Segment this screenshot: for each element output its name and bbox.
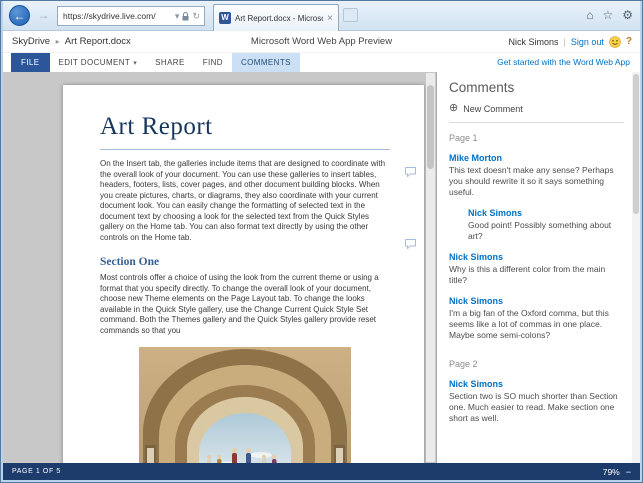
home-icon[interactable]: ⌂	[586, 8, 593, 23]
comment-text: Good point! Possibly something about art…	[468, 220, 624, 242]
comment-item[interactable]: Nick Simons Section two is SO much short…	[449, 379, 624, 424]
address-bar[interactable]: https://skydrive.live.com/ ▾ ↻	[57, 6, 205, 26]
comment-item[interactable]: Nick Simons I'm a big fan of the Oxford …	[449, 296, 624, 341]
document-paragraph: Most controls offer a choice of using th…	[100, 273, 390, 336]
refresh-icon[interactable]: ↻	[192, 11, 200, 22]
comment-author: Nick Simons	[468, 208, 624, 218]
find-tab[interactable]: FIND	[194, 53, 232, 72]
new-tab-button[interactable]	[343, 8, 358, 22]
comment-text: I'm a big fan of the Oxford comma, but t…	[449, 308, 624, 341]
school-of-athens-image[interactable]	[139, 347, 351, 463]
word-app-icon: W	[219, 12, 231, 24]
comment-reply-item[interactable]: Nick Simons Good point! Possibly somethi…	[468, 208, 624, 242]
zoom-level: 79%	[603, 467, 620, 477]
comment-text: This text doesn't make any sense? Perhap…	[449, 165, 624, 198]
user-area: Nick Simons | Sign out ?	[509, 31, 633, 52]
main-area: Art Report On the Insert tab, the galler…	[3, 72, 640, 463]
page-indicator: PAGE 1 OF 5	[12, 468, 61, 475]
share-tab[interactable]: SHARE	[146, 53, 194, 72]
back-button[interactable]: ←	[9, 5, 30, 26]
close-tab-icon[interactable]: ×	[327, 13, 333, 24]
comment-author: Nick Simons	[449, 296, 624, 306]
document-canvas[interactable]: Art Report On the Insert tab, the galler…	[3, 72, 436, 463]
document-title: Art Report	[100, 113, 390, 150]
circle-plus-icon: ⊕	[449, 103, 458, 114]
new-comment-button[interactable]: ⊕ New Comment	[449, 103, 523, 114]
comment-item[interactable]: Nick Simons Why is this a different colo…	[449, 252, 624, 286]
chevron-down-icon: ▾	[133, 59, 137, 67]
document-page[interactable]: Art Report On the Insert tab, the galler…	[63, 85, 424, 463]
app-header: SkyDrive ▸ Art Report.docx Microsoft Wor…	[3, 31, 640, 53]
tab-title: Art Report.docx - Microsoft...	[235, 14, 323, 23]
file-tab[interactable]: FILE	[11, 53, 50, 72]
divider	[449, 122, 624, 123]
comments-scrollbar-thumb[interactable]	[633, 74, 639, 214]
autocomplete-dropdown-icon[interactable]: ▾	[175, 11, 180, 22]
zoom-out-icon[interactable]: −	[626, 467, 631, 477]
comments-panel: Comments ⊕ New Comment Page 1 Mike Morto…	[436, 72, 640, 463]
back-arrow-icon: ←	[14, 9, 26, 23]
forward-arrow-icon: →	[38, 8, 50, 22]
comment-author: Mike Morton	[449, 153, 624, 163]
ribbon-bar: FILE EDIT DOCUMENT ▾ SHARE FIND COMMENTS…	[3, 53, 640, 72]
favorites-star-icon[interactable]: ☆	[602, 8, 613, 23]
get-started-link[interactable]: Get started with the Word Web App	[497, 53, 630, 72]
edit-document-menu[interactable]: EDIT DOCUMENT ▾	[50, 53, 147, 72]
comment-author: Nick Simons	[449, 379, 624, 389]
comments-scrollbar[interactable]	[632, 72, 640, 463]
comments-panel-title: Comments	[449, 80, 624, 95]
comment-item[interactable]: Mike Morton This text doesn't make any s…	[449, 153, 624, 198]
browser-tab[interactable]: W Art Report.docx - Microsoft... ×	[213, 4, 339, 31]
url-text: https://skydrive.live.com/	[63, 11, 172, 21]
edit-document-label: EDIT DOCUMENT	[59, 58, 131, 67]
browser-toolbar: ⌂ ☆ ⚙	[586, 8, 633, 23]
browser-window: ← → https://skydrive.live.com/ ▾ ↻ W Art…	[0, 0, 643, 483]
user-separator: |	[564, 37, 566, 47]
user-name[interactable]: Nick Simons	[509, 37, 559, 47]
comment-author: Nick Simons	[449, 252, 624, 262]
section-heading: Section One	[100, 256, 390, 268]
help-icon[interactable]: ?	[626, 36, 632, 47]
feedback-smiley-icon[interactable]	[609, 36, 621, 48]
sign-out-link[interactable]: Sign out	[571, 37, 604, 47]
comment-text: Section two is SO much shorter than Sect…	[449, 391, 624, 424]
settings-gear-icon[interactable]: ⚙	[622, 8, 633, 23]
lock-icon	[182, 12, 189, 21]
comment-text: Why is this a different color from the m…	[449, 264, 624, 286]
comments-tab[interactable]: COMMENTS	[232, 53, 300, 72]
page-group-label: Page 2	[449, 359, 624, 369]
zoom-control[interactable]: 79% −	[603, 467, 631, 477]
status-bar: PAGE 1 OF 5 79% −	[3, 463, 640, 480]
comment-bubble-icon[interactable]	[404, 237, 417, 255]
browser-chrome: ← → https://skydrive.live.com/ ▾ ↻ W Art…	[3, 1, 640, 31]
comment-bubble-icon[interactable]	[404, 165, 417, 183]
page-group-label: Page 1	[449, 133, 624, 143]
document-paragraph: On the Insert tab, the galleries include…	[100, 159, 390, 243]
forward-button[interactable]: →	[33, 5, 54, 26]
new-comment-label: New Comment	[463, 104, 523, 114]
document-scrollbar[interactable]	[426, 73, 435, 462]
document-scrollbar-thumb[interactable]	[427, 85, 434, 169]
